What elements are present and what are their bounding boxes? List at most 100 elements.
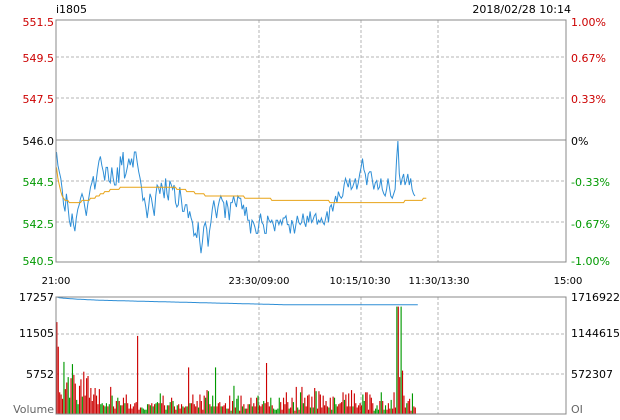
volume-bar [400,306,402,414]
volume-bar [397,306,399,414]
volume-bar [178,404,180,414]
volume-bar [189,403,191,414]
volume-bar [57,346,59,414]
price-tick-label: 551.5 [22,16,55,29]
volume-bar [165,409,167,414]
volume-bar [206,390,208,414]
volume-bar [248,404,251,414]
volume-bar [277,408,279,414]
volume-bar [90,388,92,414]
volume-bar [335,404,337,414]
volume-bar [267,402,269,414]
volume-bar [324,405,326,414]
volume-bar [115,401,117,414]
volume-bar [280,402,282,414]
volume-bar [254,406,256,414]
volume-bar [401,370,404,414]
volume-bar [192,394,194,414]
volume-bar [399,377,401,414]
volume-bar [127,403,129,414]
volume-bar [383,409,385,414]
volume-bar [251,406,253,414]
volume-bar [131,408,133,414]
volume-bar [301,386,303,414]
volume-bar [205,397,207,414]
volume-bar [151,403,153,414]
volume-bar [159,393,161,414]
volume-bar [141,407,143,414]
volume-bar [256,397,258,414]
volume-bar [66,382,68,414]
volume-tick-label: 5752 [26,368,54,381]
volume-bar [234,407,236,414]
volume-bar [94,388,96,414]
volume-bar [172,401,174,414]
volume-bar [195,406,197,414]
volume-bar [284,404,286,414]
volume-bar [333,397,336,414]
volume-bar [166,405,168,414]
volume-bar [345,394,347,414]
average-price-line [56,167,427,204]
oi-tick-label: 572307 [571,368,613,381]
volume-bar [107,406,109,414]
volume-bar [321,407,323,414]
volume-bar [339,403,341,414]
volume-bar [207,391,210,414]
volume-bar [359,403,361,414]
volume-bar [308,394,310,414]
volume-bar [91,401,93,414]
volume-bar [171,397,173,414]
volume-bar [294,410,296,414]
volume-bar [298,409,300,414]
volume-bar [146,404,149,414]
volume-bar [237,395,239,414]
chart-frame [55,19,567,415]
volume-bar [367,409,370,414]
volume-bar [274,409,276,414]
grid-layer [56,19,566,414]
volume-bar [108,404,110,414]
volume-bar [273,408,275,414]
volume-bar [393,392,395,414]
volume-bar [182,406,184,414]
volume-bar [392,408,394,414]
volume-bar [362,394,364,414]
volume-bar [302,403,304,414]
volume-bar [220,406,222,414]
oi-tick-label: 1144615 [571,327,620,340]
percent-tick-label: 0.67% [571,52,606,65]
price-line [56,140,416,254]
volume-bar [332,396,334,414]
volume-bar [309,407,312,414]
volume-bar [290,407,292,414]
volume-bar [227,408,229,414]
volume-bar [222,406,224,414]
volume-bar [348,393,350,414]
volume-bar [316,408,319,414]
volume-bar [236,398,238,414]
volume-bar [370,397,372,414]
percent-tick-label: -0.33% [571,176,610,189]
price-tick-label: 542.5 [22,218,55,231]
volume-bar [95,395,98,414]
volume-bar [341,402,343,414]
volume-bar [67,377,69,414]
volume-bar [304,397,306,414]
volume-bar [111,395,113,414]
volume-bar [71,364,74,414]
volume-bars-layer [56,306,416,414]
volume-bar [137,335,139,414]
volume-bar [125,394,127,414]
volume-bar [239,410,241,414]
volume-bar [291,397,293,414]
volume-bar [325,401,327,414]
volume-bar [253,403,255,414]
volume-bar [73,374,75,414]
volume-bar [200,401,202,414]
time-tick-label: 21:00 [41,276,71,287]
volume-bar [263,401,265,414]
volume-bar [168,405,170,414]
volume-bar [243,404,245,414]
volume-bar [124,403,126,414]
